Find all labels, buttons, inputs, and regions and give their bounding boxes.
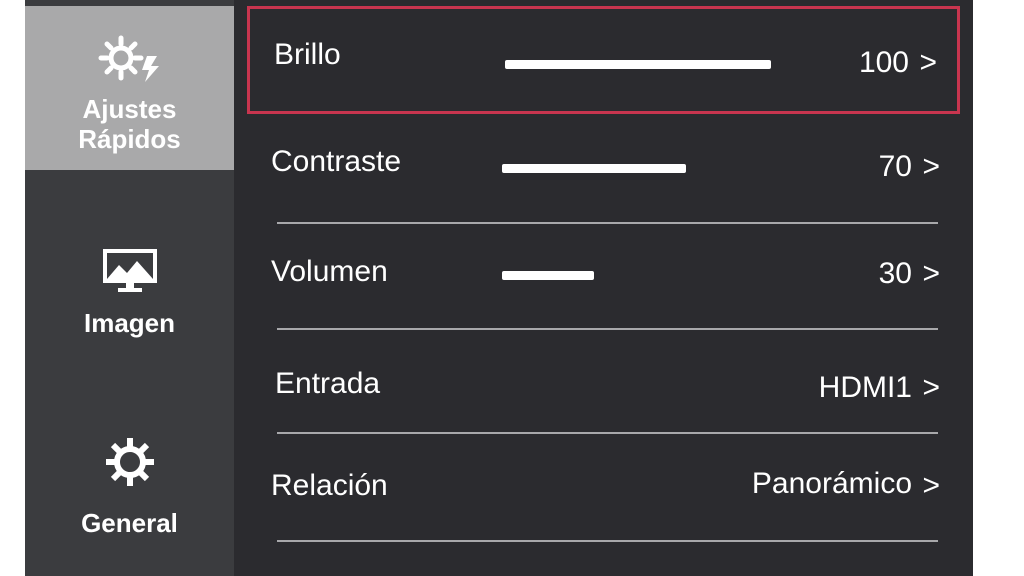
divider [277,328,938,330]
sidebar-item-label: Ajustes [82,94,177,124]
picture-icon [102,248,158,300]
setting-label: Brillo [274,38,341,71]
setting-label: Relación [271,469,388,502]
sidebar-item-label: Rápidos [78,124,181,154]
chevron-right-icon: > [922,150,940,183]
volume-slider[interactable] [502,271,594,280]
sidebar-item-label: General [81,508,178,538]
setting-value: 70 [878,150,912,183]
divider [277,432,938,434]
settings-panel: Brillo 100 > Contraste 70 > Volumen 30 >… [234,0,973,576]
setting-label: Volumen [271,255,388,288]
chevron-right-icon: > [922,371,940,404]
quick-settings-icon [97,34,163,88]
setting-row-brightness[interactable]: Brillo 100 > [247,6,960,114]
monitor-osd-menu: Ajustes Rápidos Imagen General Brillo 10… [25,0,973,576]
setting-row-contrast[interactable]: Contraste 70 > [247,120,960,220]
divider [277,540,938,542]
setting-row-volume[interactable]: Volumen 30 > [247,226,960,326]
setting-value: 30 [878,257,912,290]
brightness-slider[interactable] [505,60,771,69]
chevron-right-icon: > [922,469,940,502]
sidebar-item-label: Imagen [83,308,176,338]
setting-value: Panorámico [751,467,912,500]
setting-label: Contraste [271,145,402,178]
sidebar-item-quick-settings[interactable]: Ajustes Rápidos [25,6,234,170]
sidebar-item-picture[interactable]: Imagen [25,240,234,350]
setting-row-aspect-ratio[interactable]: Relación Panorámico > [247,436,960,536]
setting-value: HDMI1 [818,371,912,404]
sidebar: Ajustes Rápidos Imagen General [25,0,234,576]
contrast-slider[interactable] [502,164,686,173]
setting-value: 100 [858,46,909,79]
setting-row-input[interactable]: Entrada HDMI1 > [247,332,960,430]
setting-label: Entrada [275,367,381,400]
chevron-right-icon: > [919,46,937,79]
sidebar-item-general[interactable]: General [25,430,234,550]
gear-icon [104,436,156,494]
chevron-right-icon: > [922,257,940,290]
divider [277,222,938,224]
